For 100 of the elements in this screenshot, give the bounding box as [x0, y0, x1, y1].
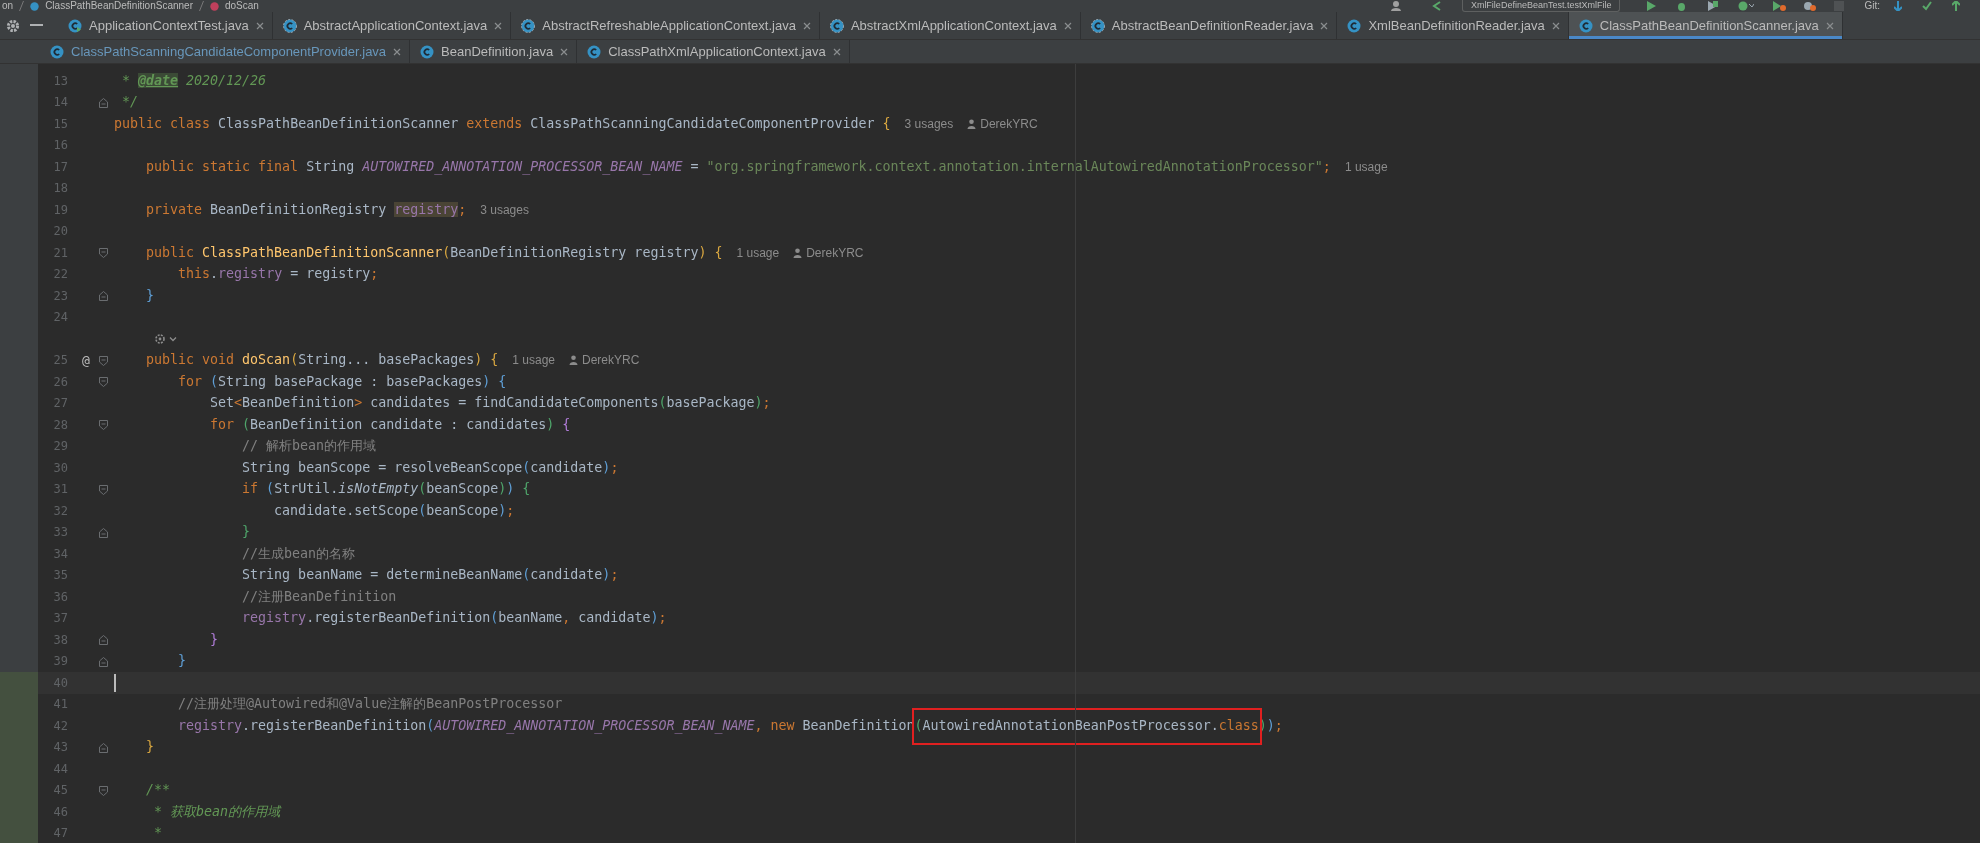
code-line: */: [121, 93, 139, 112]
line-number: 13: [52, 73, 68, 88]
editor-tab[interactable]: AbstractApplicationContext.java: [272, 12, 512, 39]
usages-hint[interactable]: 1 usage: [512, 353, 555, 368]
code-line: }: [241, 523, 251, 542]
code-line: private BeanDefinitionRegistry registry;: [145, 200, 467, 219]
code-line: public static final String AUTOWIRED_ANNOTATION_PROCESSOR_BEAN_NAME = "org.springframework.context.annotation.internalAutowiredAnnotationProcessor";: [145, 157, 1331, 177]
profile-icon[interactable]: [1738, 1, 1755, 11]
line-number: 16: [52, 138, 68, 153]
close-icon[interactable]: [1063, 21, 1072, 30]
person-icon: [793, 247, 803, 258]
fold-icon[interactable]: [99, 377, 108, 387]
breadcrumb-item[interactable]: ClassPathBeanDefinitionScanner: [45, 0, 193, 12]
push-arrow-icon[interactable]: [1952, 1, 1960, 11]
debug-icon[interactable]: [1676, 1, 1688, 11]
build-icon[interactable]: [1772, 1, 1787, 11]
editor-tab[interactable]: AbstractXmlApplicationContext.java: [819, 12, 1081, 39]
close-icon[interactable]: [494, 21, 503, 30]
tab-label: AbstractApplicationContext.java: [303, 18, 488, 33]
close-icon[interactable]: [1551, 21, 1560, 30]
tab-label: ClassPathXmlApplicationContext.java: [608, 44, 826, 59]
line-number: 38: [52, 632, 68, 647]
code-line: }: [177, 652, 187, 671]
editor-tab[interactable]: ClassPathXmlApplicationContext.java: [577, 40, 850, 63]
override-marker[interactable]: @: [82, 352, 90, 369]
fold-icon[interactable]: [99, 420, 108, 430]
code-line: /**: [145, 781, 171, 800]
close-icon[interactable]: [802, 21, 811, 30]
breadcrumb-item[interactable]: on: [2, 0, 14, 12]
coverage-icon[interactable]: [1707, 1, 1719, 11]
editor-tab[interactable]: BeanDefinition.java: [410, 40, 578, 63]
editor-tab[interactable]: ApplicationContextTest.java: [58, 12, 273, 39]
tab-label: AbstractRefreshableApplicationContext.java: [542, 18, 796, 33]
close-icon[interactable]: [832, 47, 841, 56]
update-arrow-icon[interactable]: [1894, 1, 1902, 11]
code-line: * 获取bean的作用域: [153, 802, 281, 821]
code-line: registry.registerBeanDefinition(beanName, candidate);: [241, 609, 667, 628]
tab-label: ClassPathBeanDefinitionScanner.java: [1599, 18, 1819, 33]
code-editor[interactable]: [0, 64, 1980, 843]
person-icon: [967, 118, 977, 129]
close-icon[interactable]: [560, 47, 569, 56]
author-hint[interactable]: DerekYRC: [569, 353, 640, 368]
fold-icon[interactable]: [99, 742, 108, 753]
tab-label: AbstractBeanDefinitionReader.java: [1111, 18, 1314, 33]
tab-label: AbstractXmlApplicationContext.java: [850, 18, 1057, 33]
usages-hint[interactable]: 1 usage: [1344, 159, 1388, 174]
code-line: }: [145, 286, 155, 305]
line-number: 28: [52, 417, 68, 432]
minimize-icon[interactable]: [30, 24, 43, 27]
build-icon[interactable]: [1802, 1, 1817, 11]
close-icon[interactable]: [393, 47, 402, 56]
fold-icon[interactable]: [99, 656, 108, 667]
fold-icon[interactable]: [99, 635, 108, 645]
line-number: 21: [52, 245, 68, 260]
user-icon[interactable]: [1389, 1, 1404, 11]
breadcrumb-item[interactable]: doScan: [225, 0, 259, 12]
code-line: }: [145, 738, 155, 757]
commit-check-icon[interactable]: [1922, 1, 1932, 11]
settings-icon[interactable]: [6, 18, 20, 33]
class-icon: [587, 44, 602, 59]
editor-tab[interactable]: ClassPathScanningCandidateComponentProvider.java: [40, 40, 411, 63]
line-number: 22: [52, 267, 68, 282]
author-hint[interactable]: DerekYRC: [793, 245, 864, 260]
class-icon: [1578, 18, 1593, 33]
line-number: 42: [52, 718, 68, 733]
usages-hint[interactable]: 3 usages: [904, 116, 954, 131]
close-icon[interactable]: [255, 21, 264, 30]
fold-icon[interactable]: [99, 248, 108, 258]
class-icon: [282, 18, 297, 33]
fold-icon[interactable]: [99, 484, 108, 495]
editor-tab[interactable]: ClassPathBeanDefinitionScanner.java: [1568, 12, 1843, 39]
editor-tab[interactable]: AbstractRefreshableApplicationContext.java: [511, 12, 820, 39]
line-number: 19: [52, 202, 68, 217]
fold-icon[interactable]: [99, 785, 108, 796]
code-line: //注册BeanDefinition: [241, 587, 397, 606]
line-number: 29: [52, 439, 68, 454]
fold-icon[interactable]: [99, 527, 108, 538]
fold-icon[interactable]: [99, 355, 108, 366]
line-number: 45: [52, 783, 68, 798]
class-icon: [1347, 18, 1362, 33]
usages-hint[interactable]: 1 usage: [736, 245, 780, 260]
editor-tab[interactable]: XmlBeanDefinitionReader.java: [1337, 12, 1569, 39]
fold-icon[interactable]: [99, 97, 108, 108]
code-line: //注册处理@Autowired和@Value注解的BeanPostProcessor: [177, 695, 563, 714]
close-icon[interactable]: [1320, 21, 1329, 30]
line-number: 37: [52, 611, 68, 626]
class-icon: [50, 44, 64, 59]
usages-hint[interactable]: 3 usages: [480, 202, 529, 217]
code-line: if (StrUtil.isNotEmpty(beanScope)) {: [241, 480, 531, 499]
class-icon: [829, 18, 844, 33]
code-line: *: [153, 824, 163, 843]
line-number: 34: [52, 546, 68, 561]
fold-icon[interactable]: [99, 291, 108, 301]
author-hint[interactable]: DerekYRC: [967, 116, 1038, 131]
editor-tab[interactable]: AbstractBeanDefinitionReader.java: [1080, 12, 1338, 39]
highlight-box: (AutowiredAnnotationBeanPostProcessor.class: [914, 710, 1259, 742]
code-line: candidate.setScope(beanScope);: [273, 501, 515, 520]
code-line: // 解析bean的作用域: [241, 437, 377, 456]
line-number: 14: [52, 95, 68, 110]
close-icon[interactable]: [1825, 21, 1834, 30]
